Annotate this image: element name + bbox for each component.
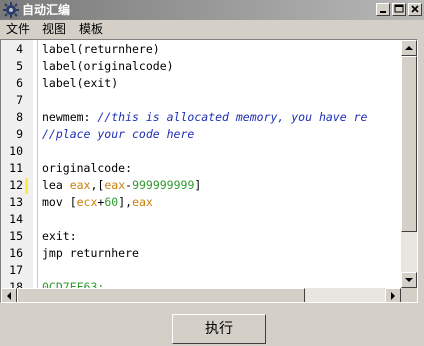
code-token: ],	[118, 195, 133, 209]
code-line[interactable]: label(originalcode)	[42, 58, 174, 75]
line-number: 15	[9, 229, 23, 243]
line-number: 12	[9, 178, 23, 192]
code-editor[interactable]: 4 5 6 7 8 9 10 11 12 13 14 15 16 17 18 label(returnher…	[0, 39, 418, 303]
code-token: //this is allocated memory, you have re	[97, 110, 368, 124]
code-token: newmem:	[42, 110, 98, 124]
line-number: 5	[16, 59, 23, 73]
code-line[interactable]: exit:	[42, 228, 77, 245]
code-token: eax	[132, 195, 153, 209]
code-line[interactable]: //place your code here	[42, 126, 194, 143]
line-number: 17	[9, 263, 23, 277]
execute-button[interactable]: 执行	[172, 314, 266, 344]
code-token: ]	[194, 178, 202, 192]
line-number: 10	[9, 144, 23, 158]
line-number: 8	[16, 110, 23, 124]
code-line[interactable]: label(returnhere)	[42, 41, 160, 58]
code-token: eax	[104, 178, 126, 192]
menu-template[interactable]: 模板	[79, 21, 103, 37]
code-token: ,[	[90, 178, 105, 192]
menu-bar: 文件 视图 模板	[0, 20, 424, 38]
line-number: 7	[16, 93, 23, 107]
code-token: label(originalcode)	[42, 59, 174, 73]
minimize-button[interactable]	[376, 3, 390, 16]
line-number: 16	[9, 246, 23, 260]
scroll-right-button[interactable]	[385, 288, 401, 302]
scroll-down-button[interactable]	[401, 272, 417, 288]
scrollbar-corner	[401, 288, 417, 302]
code-token: mov [	[42, 195, 77, 209]
line-number: 4	[16, 42, 23, 56]
close-icon	[411, 5, 419, 13]
line-number: 6	[16, 76, 23, 90]
code-token: 60	[104, 195, 119, 209]
close-button[interactable]	[408, 3, 422, 16]
arrow-left-icon	[7, 292, 11, 300]
code-token: originalcode:	[42, 161, 133, 175]
maximize-icon	[394, 4, 404, 13]
code-token: ecx	[76, 195, 98, 209]
scroll-left-button[interactable]	[1, 288, 17, 302]
code-line[interactable]: label(exit)	[42, 75, 118, 92]
maximize-button[interactable]	[392, 3, 406, 16]
gutter-separator	[37, 40, 38, 288]
code-token: label(exit)	[42, 76, 119, 90]
gear-icon	[3, 2, 19, 18]
code-line[interactable]: jmp returnhere	[42, 245, 139, 262]
arrow-down-icon	[405, 278, 413, 282]
scroll-up-button[interactable]	[401, 40, 417, 56]
line-number: 14	[9, 212, 23, 226]
menu-view[interactable]: 视图	[42, 21, 66, 37]
horizontal-scroll-thumb[interactable]	[17, 288, 305, 302]
window-title: 自动汇编	[22, 3, 71, 17]
arrow-up-icon	[405, 46, 413, 50]
line-number: 11	[9, 161, 23, 175]
code-line[interactable]: lea eax,[eax-999999999]	[42, 177, 201, 194]
code-token: jmp returnhere	[42, 246, 139, 260]
line-number: 13	[9, 195, 23, 209]
line-number: 9	[16, 127, 23, 141]
code-line[interactable]: newmem: //this is allocated memory, you …	[42, 109, 367, 126]
vertical-scrollbar[interactable]	[401, 40, 417, 288]
minimize-icon	[380, 11, 386, 13]
code-token: label(returnhere)	[42, 42, 160, 56]
code-token: //place your code here	[42, 127, 195, 141]
menu-file[interactable]: 文件	[6, 21, 30, 37]
vertical-scroll-thumb[interactable]	[401, 56, 417, 232]
code-token: 999999999	[132, 178, 195, 192]
horizontal-scrollbar[interactable]	[1, 288, 401, 302]
code-line[interactable]: originalcode:	[42, 160, 132, 177]
title-bar[interactable]: 自动汇编	[0, 0, 424, 20]
code-token: exit:	[42, 229, 77, 243]
code-token: lea	[42, 178, 70, 192]
code-line[interactable]: mov [ecx+60],eax	[42, 194, 153, 211]
code-token: eax	[69, 178, 91, 192]
arrow-right-icon	[391, 292, 395, 300]
current-line-marker	[25, 178, 28, 194]
